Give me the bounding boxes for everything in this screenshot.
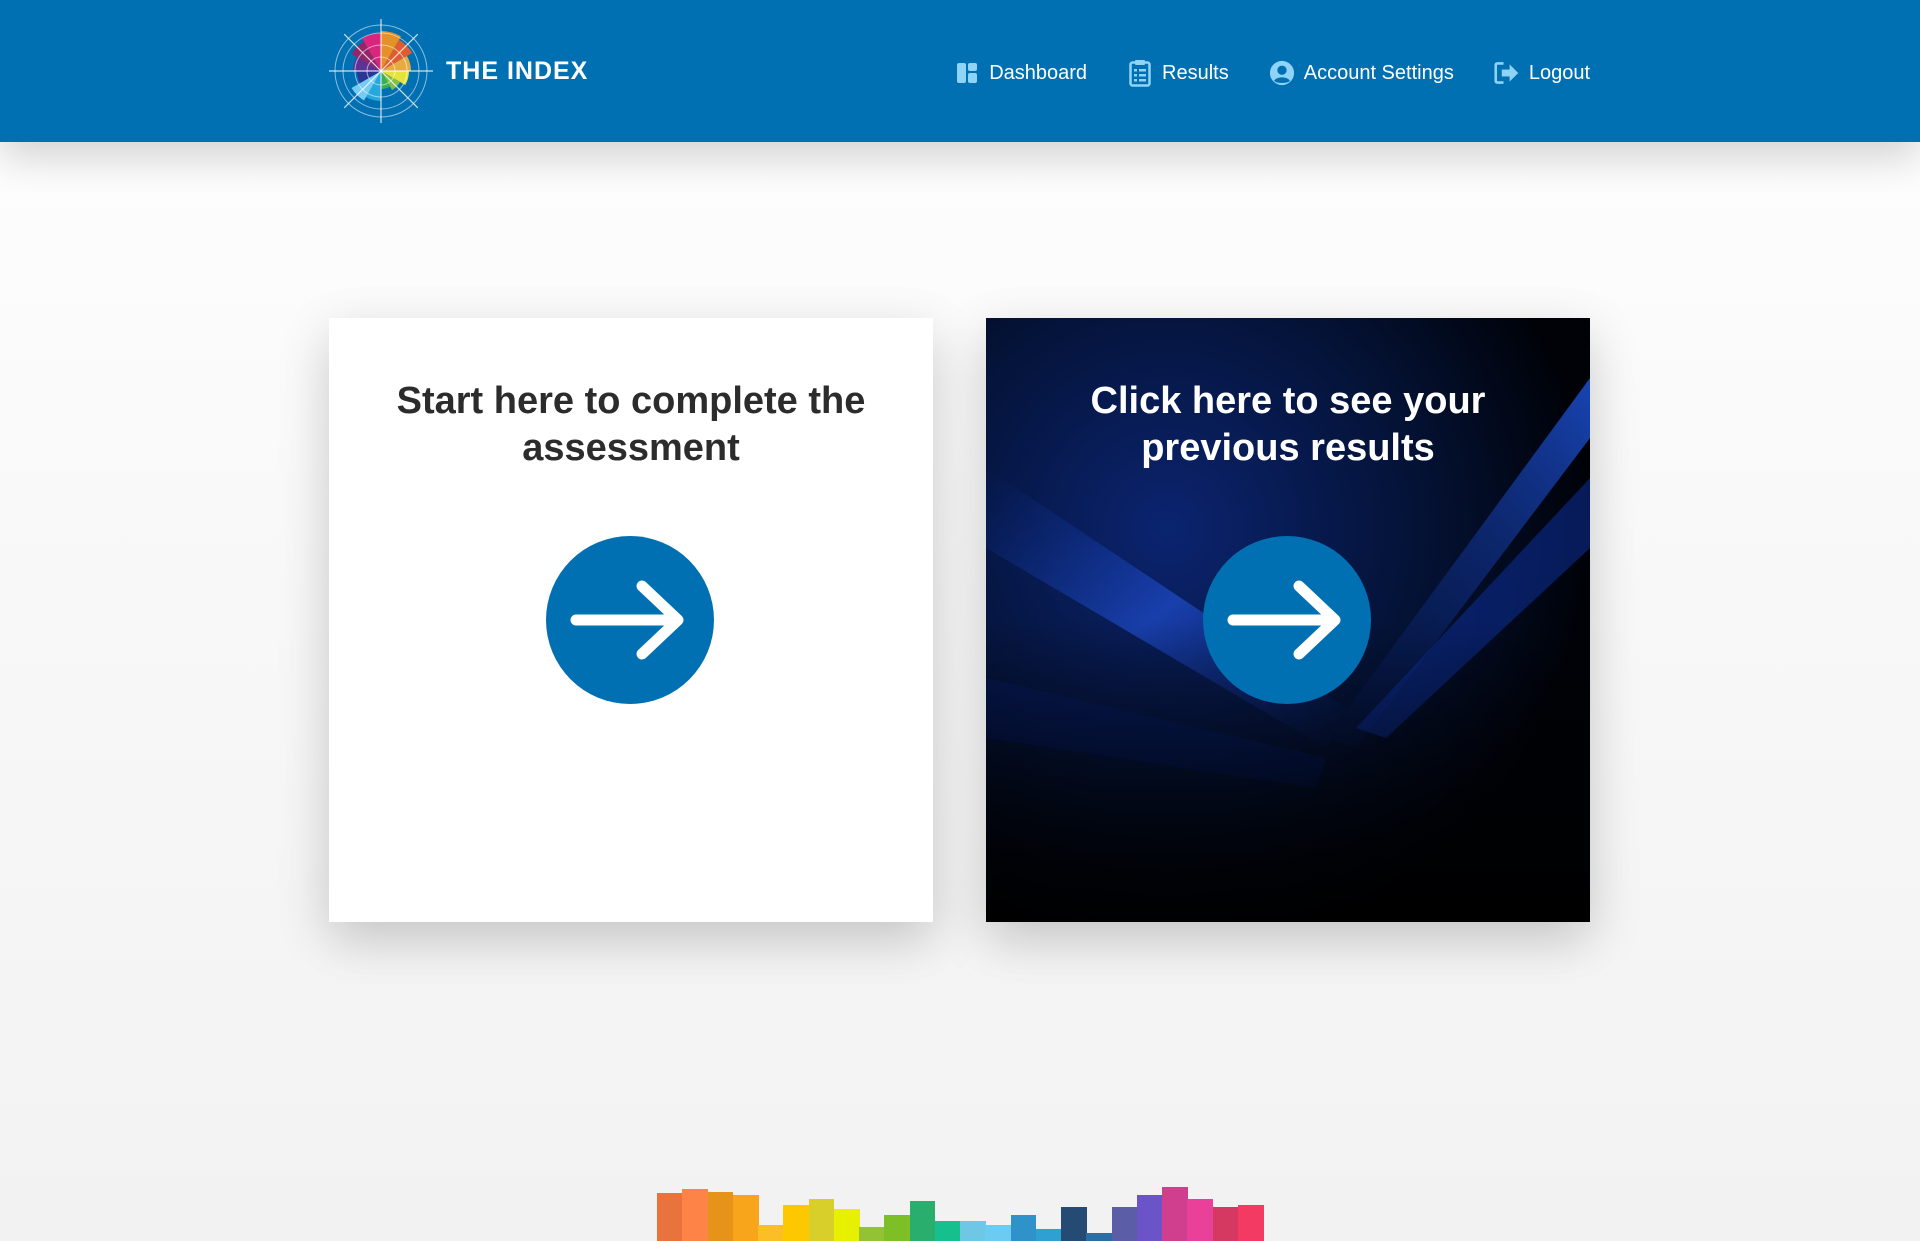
start-assessment-title: Start here to complete the assessment (396, 380, 866, 469)
decorative-bar (1187, 1199, 1213, 1241)
decorative-bar (859, 1227, 885, 1241)
decorative-bar (833, 1209, 860, 1241)
nav-dashboard[interactable]: Dashboard (954, 58, 1087, 88)
decorative-bar (1061, 1207, 1087, 1241)
decorative-bar (808, 1199, 835, 1241)
start-assessment-card[interactable]: Start here to complete the assessment (329, 318, 933, 922)
decorative-bar (934, 1221, 961, 1241)
arrow-right-icon (1227, 580, 1341, 660)
decorative-bar (1035, 1229, 1062, 1241)
user-circle-icon (1269, 58, 1295, 88)
decorative-bar (783, 1205, 809, 1241)
index-logo-icon (329, 19, 433, 123)
decorative-color-bars (657, 1181, 1264, 1241)
nav-results[interactable]: Results (1127, 58, 1229, 88)
decorative-bar (758, 1225, 784, 1241)
main-nav: Dashboard Results Account Settings Logou… (914, 56, 1590, 90)
decorative-bar (1086, 1233, 1112, 1241)
previous-results-arrow-button[interactable] (1203, 536, 1371, 704)
logout-icon (1494, 58, 1520, 88)
arrow-right-icon (570, 580, 684, 660)
decorative-bar (960, 1221, 986, 1241)
nav-account-settings-label: Account Settings (1303, 61, 1454, 84)
nav-logout-label: Logout (1528, 61, 1590, 84)
decorative-bar (682, 1189, 708, 1241)
brand-name: THE INDEX (446, 56, 589, 85)
nav-results-label: Results (1162, 61, 1229, 84)
decorative-bar (1010, 1215, 1037, 1241)
top-navigation-bar: THE INDEX Dashboard Results Account Sett… (0, 0, 1920, 142)
decorative-bar (1162, 1187, 1188, 1241)
decorative-bar (1111, 1207, 1138, 1241)
decorative-bar (1237, 1205, 1264, 1241)
brand-logo-link[interactable]: THE INDEX (326, 16, 588, 126)
previous-results-card[interactable]: Click here to see your previous results (986, 318, 1590, 922)
nav-dashboard-label: Dashboard (989, 61, 1088, 84)
decorative-bar (884, 1215, 910, 1241)
nav-logout[interactable]: Logout (1494, 58, 1590, 88)
dashboard-icon (954, 58, 980, 88)
decorative-bar (707, 1192, 734, 1241)
decorative-bar (1136, 1195, 1163, 1241)
decorative-bar (657, 1193, 683, 1241)
previous-results-title: Click here to see your previous results (1090, 380, 1486, 469)
decorative-bar (909, 1201, 936, 1241)
decorative-bar (732, 1195, 759, 1241)
decorative-bar (985, 1225, 1011, 1241)
clipboard-icon (1127, 58, 1153, 88)
decorative-bar (1212, 1207, 1239, 1241)
start-assessment-arrow-button[interactable] (546, 536, 714, 704)
nav-account-settings[interactable]: Account Settings (1269, 58, 1454, 88)
